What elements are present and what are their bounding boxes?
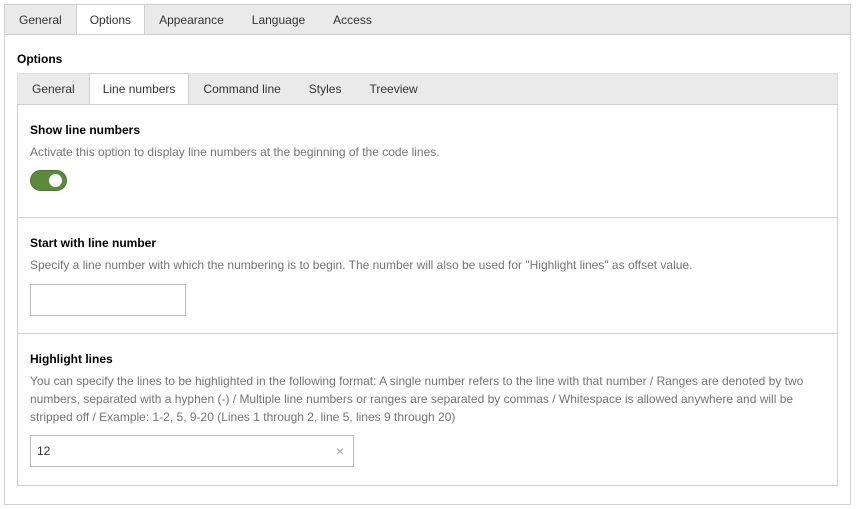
top-tab-bar: General Options Appearance Language Acce… <box>4 4 851 36</box>
tab-general[interactable]: General <box>5 5 76 36</box>
show-line-numbers-description: Activate this option to display line num… <box>30 145 440 159</box>
clear-icon[interactable]: × <box>336 443 344 459</box>
start-line-field: Start with line number Specify a line nu… <box>18 218 837 334</box>
tab-language[interactable]: Language <box>238 5 319 36</box>
inner-tab-line-numbers[interactable]: Line numbers <box>88 73 190 106</box>
start-line-input[interactable] <box>30 284 186 316</box>
tab-options[interactable]: Options <box>75 4 146 36</box>
show-line-numbers-field: Show line numbers Activate this option t… <box>18 105 837 218</box>
highlight-lines-field: Highlight lines You can specify the line… <box>18 334 837 485</box>
inner-tab-styles[interactable]: Styles <box>295 74 356 105</box>
highlight-lines-input[interactable] <box>31 436 321 466</box>
options-panel: Options General Line numbers Command lin… <box>4 34 851 505</box>
toggle-knob <box>49 174 62 187</box>
highlight-lines-description: You can specify the lines to be highligh… <box>30 374 804 424</box>
highlight-lines-input-wrap: × <box>30 435 354 467</box>
tab-access[interactable]: Access <box>319 5 386 36</box>
inner-tab-general[interactable]: General <box>18 74 89 105</box>
section-title: Options <box>17 52 63 66</box>
start-line-label: Start with line number <box>30 236 157 250</box>
inner-tab-bar: General Line numbers Command line Styles… <box>17 73 838 106</box>
inner-tab-command-line[interactable]: Command line <box>189 74 294 105</box>
line-numbers-panel: Show line numbers Activate this option t… <box>17 104 838 486</box>
show-line-numbers-label: Show line numbers <box>30 123 141 137</box>
show-line-numbers-toggle[interactable] <box>30 170 67 191</box>
highlight-lines-label: Highlight lines <box>30 352 113 366</box>
inner-tab-treeview[interactable]: Treeview <box>355 74 431 105</box>
start-line-description: Specify a line number with which the num… <box>30 258 693 272</box>
tab-appearance[interactable]: Appearance <box>145 5 238 36</box>
